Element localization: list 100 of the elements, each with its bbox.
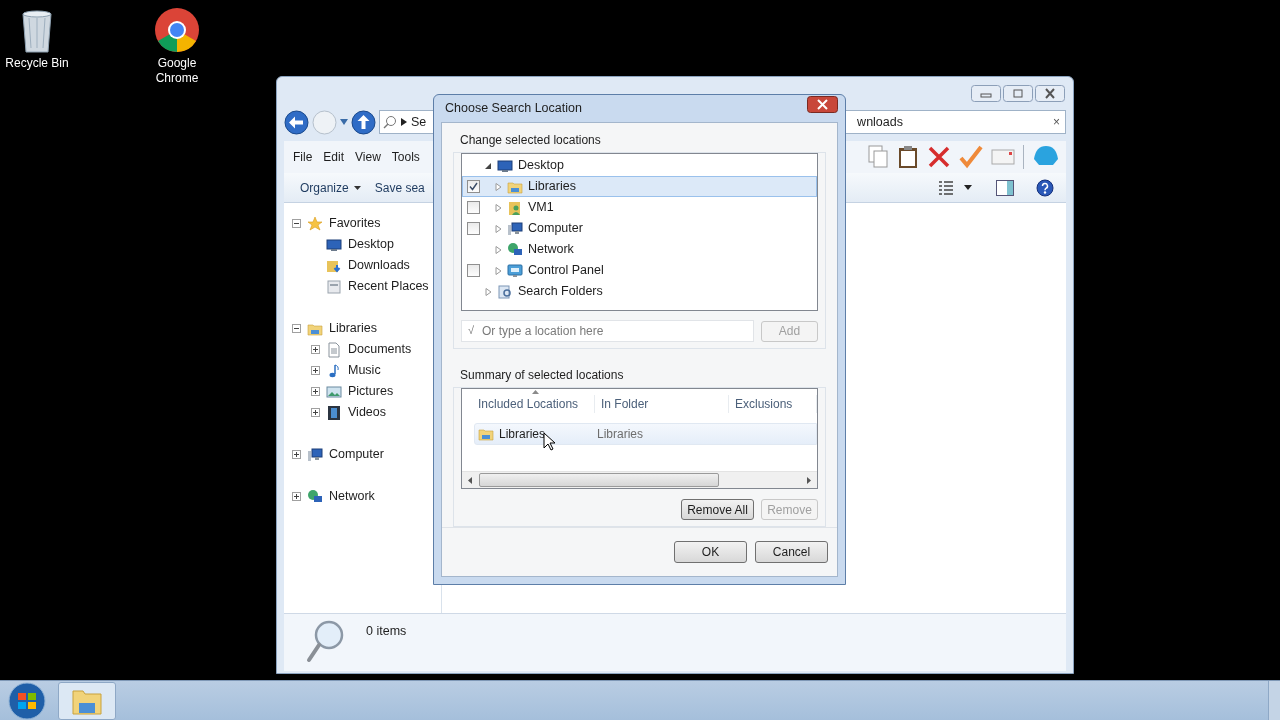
expand-icon[interactable] xyxy=(311,408,320,417)
checkbox[interactable] xyxy=(466,201,480,214)
checkbox[interactable] xyxy=(466,222,480,235)
document-icon xyxy=(326,341,342,358)
tree-label: Search Folders xyxy=(518,283,603,301)
nav-item[interactable]: Pictures xyxy=(348,382,394,401)
organize-button[interactable]: Organize xyxy=(284,178,369,197)
prefix-glyph: √ xyxy=(468,324,475,337)
expand-triangle-icon[interactable] xyxy=(495,266,502,275)
view-list-icon[interactable] xyxy=(938,179,954,196)
search-icon xyxy=(383,115,397,129)
cancel-button[interactable]: Cancel xyxy=(755,541,828,563)
collapse-icon[interactable] xyxy=(292,219,301,228)
nav-item[interactable]: Music xyxy=(348,361,381,380)
monitor-icon xyxy=(326,236,342,253)
help-icon[interactable] xyxy=(1036,178,1054,197)
group-label: Change selected locations xyxy=(459,132,602,149)
summary-row[interactable]: Libraries Libraries xyxy=(474,423,817,445)
item-count: 0 items xyxy=(366,623,407,640)
browser-icon[interactable] xyxy=(153,6,201,54)
tree-label: Desktop xyxy=(518,157,564,175)
tree-label: Control Panel xyxy=(528,262,604,280)
computer-icon xyxy=(507,220,523,237)
computer-icon xyxy=(307,446,323,463)
search-folder-icon xyxy=(497,283,513,300)
nav-item[interactable]: Favorites xyxy=(329,214,381,233)
checkbox[interactable] xyxy=(466,180,480,193)
delete-icon[interactable] xyxy=(927,145,951,169)
magnifier-icon xyxy=(306,618,346,664)
nav-item[interactable]: Libraries xyxy=(329,319,377,338)
caret-icon[interactable] xyxy=(964,185,972,190)
expand-triangle-icon[interactable] xyxy=(495,245,502,254)
desktop-icon-label[interactable]: Google Chrome xyxy=(142,56,212,86)
column-header[interactable]: In Folder xyxy=(595,395,729,413)
collapse-icon[interactable] xyxy=(292,324,301,333)
menu-item[interactable]: Edit xyxy=(323,148,345,166)
image-icon xyxy=(326,383,342,400)
preview-pane-icon[interactable] xyxy=(996,179,1014,196)
library-icon xyxy=(478,426,494,442)
globe-monitor-icon xyxy=(507,241,523,258)
nav-item[interactable]: Recent Places xyxy=(348,277,429,296)
clear-button[interactable]: × xyxy=(1051,113,1062,131)
table-cell-text: Libraries xyxy=(597,426,644,443)
column-header[interactable]: Included Locations xyxy=(472,395,595,413)
tree-label: VM1 xyxy=(528,199,554,217)
nav-item[interactable]: Network xyxy=(329,487,375,506)
collapse-triangle-icon[interactable] xyxy=(485,161,492,170)
expand-icon[interactable] xyxy=(292,450,301,459)
taskbar-button[interactable] xyxy=(58,681,116,720)
tree-row[interactable]: Desktop xyxy=(462,155,817,176)
up-button[interactable] xyxy=(351,109,376,135)
expand-triangle-icon[interactable] xyxy=(495,203,502,212)
nav-item[interactable]: Desktop xyxy=(348,235,394,254)
dialog-button[interactable]: Remove All xyxy=(681,499,754,520)
tree-row[interactable]: Search Folders xyxy=(462,281,817,302)
tree-row[interactable]: VM1 xyxy=(462,197,817,218)
menu-item[interactable]: File xyxy=(293,148,313,166)
nav-item[interactable]: Documents xyxy=(348,340,412,359)
expand-triangle-icon[interactable] xyxy=(495,224,502,233)
checkbox[interactable] xyxy=(466,264,480,277)
chevron-icon xyxy=(401,118,407,126)
menu-item[interactable]: View xyxy=(355,148,381,166)
tree-label: Computer xyxy=(528,220,583,238)
column-header[interactable]: Exclusions xyxy=(729,395,817,413)
expand-icon[interactable] xyxy=(311,366,320,375)
expand-icon[interactable] xyxy=(292,492,301,501)
user-folder-icon xyxy=(507,199,523,216)
star-icon xyxy=(307,215,323,232)
checkmark-icon[interactable] xyxy=(959,145,983,169)
scrollbar-thumb[interactable] xyxy=(479,473,719,487)
close-icon[interactable] xyxy=(1035,85,1065,102)
nav-item[interactable]: Videos xyxy=(348,403,386,422)
tree-label: Libraries xyxy=(528,178,576,196)
globe-monitor-icon xyxy=(307,488,323,505)
menu-item[interactable]: Tools xyxy=(391,148,420,166)
checkmark-icon xyxy=(468,182,478,191)
tree-row[interactable]: Computer xyxy=(462,218,817,239)
clipboard-icon[interactable] xyxy=(897,145,919,169)
tree-row[interactable]: Libraries xyxy=(462,176,817,197)
ok-button[interactable]: OK xyxy=(674,541,747,563)
nav-item[interactable]: Computer xyxy=(329,445,384,464)
group-label: Summary of selected locations xyxy=(459,367,625,384)
close-icon[interactable] xyxy=(807,96,838,113)
tree-row[interactable]: Control Panel xyxy=(462,260,817,281)
location-tree[interactable]: Desktop Libraries VM1 Computer Network Control Panel Search Folders xyxy=(461,153,818,311)
tree-row[interactable]: Network xyxy=(462,239,817,260)
tree-label: Network xyxy=(528,241,574,259)
caret-icon xyxy=(353,185,361,190)
nav-item[interactable]: Downloads xyxy=(348,256,410,275)
cursor-icon xyxy=(543,432,555,451)
desktop-icon-label[interactable]: Recycle Bin xyxy=(2,56,72,71)
save-search-button[interactable]: Save sea xyxy=(368,178,431,197)
address-text: Se xyxy=(411,113,427,131)
expand-triangle-icon[interactable] xyxy=(485,287,492,296)
film-icon xyxy=(326,404,342,421)
address-text: wnloads xyxy=(857,113,903,131)
expand-icon[interactable] xyxy=(311,387,320,396)
expand-triangle-icon[interactable] xyxy=(495,182,502,191)
back-button[interactable] xyxy=(284,109,309,135)
expand-icon[interactable] xyxy=(311,345,320,354)
